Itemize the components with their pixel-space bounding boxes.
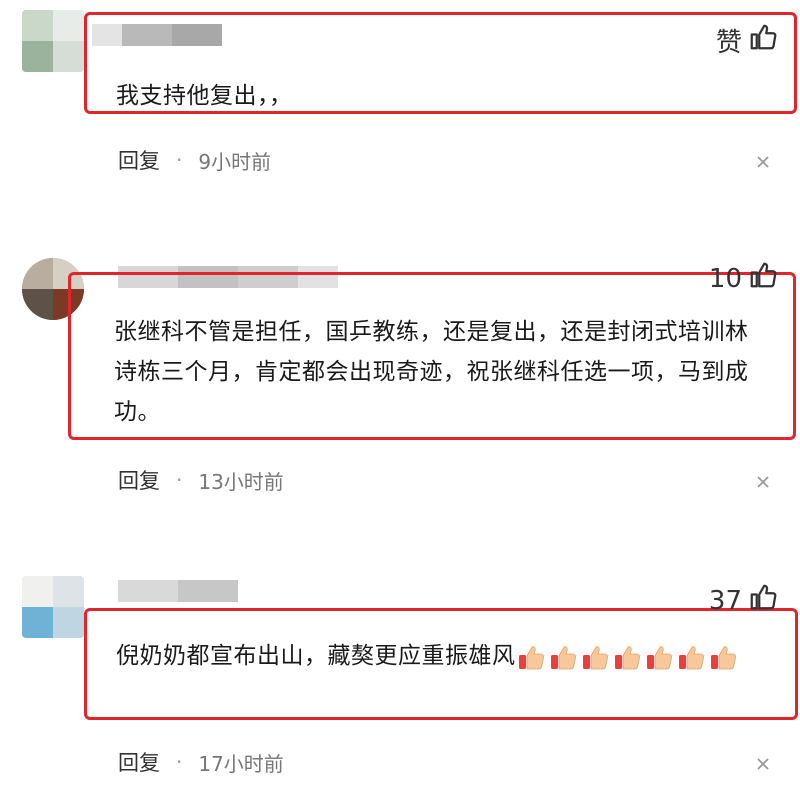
thumbs-up-emoji-icon	[708, 642, 738, 672]
thumbs-up-emoji-icon	[548, 642, 578, 672]
username-blurred[interactable]	[118, 580, 238, 602]
timestamp: 17小时前	[198, 751, 284, 776]
comment-text-content: 倪奶奶都宣布出山，藏獒更应重振雄风	[116, 643, 516, 669]
like-button[interactable]: 37	[709, 582, 778, 619]
thumbs-up-emoji-icon	[516, 642, 546, 672]
thumbs-up-emoji-icon	[644, 642, 674, 672]
separator-dot: ·	[176, 750, 183, 774]
thumbs-up-outline-icon	[748, 582, 778, 619]
comment-meta: 回复 · 17小时前	[118, 747, 284, 777]
thumbs-up-emoji-icon	[612, 642, 642, 672]
comment-text: 倪奶奶都宣布出山，藏獒更应重振雄风	[116, 634, 776, 678]
comment-item: 37 倪奶奶都宣布出山，藏獒更应重振雄风 回复 · 17小时前	[0, 0, 800, 786]
thumbs-up-emoji-icon	[580, 642, 610, 672]
avatar[interactable]	[22, 576, 84, 638]
like-count: 37	[708, 585, 742, 616]
thumbs-up-emoji-icon	[676, 642, 706, 672]
close-icon[interactable]	[756, 756, 770, 770]
reply-button[interactable]: 回复	[118, 747, 160, 777]
emoji-group	[516, 643, 740, 669]
